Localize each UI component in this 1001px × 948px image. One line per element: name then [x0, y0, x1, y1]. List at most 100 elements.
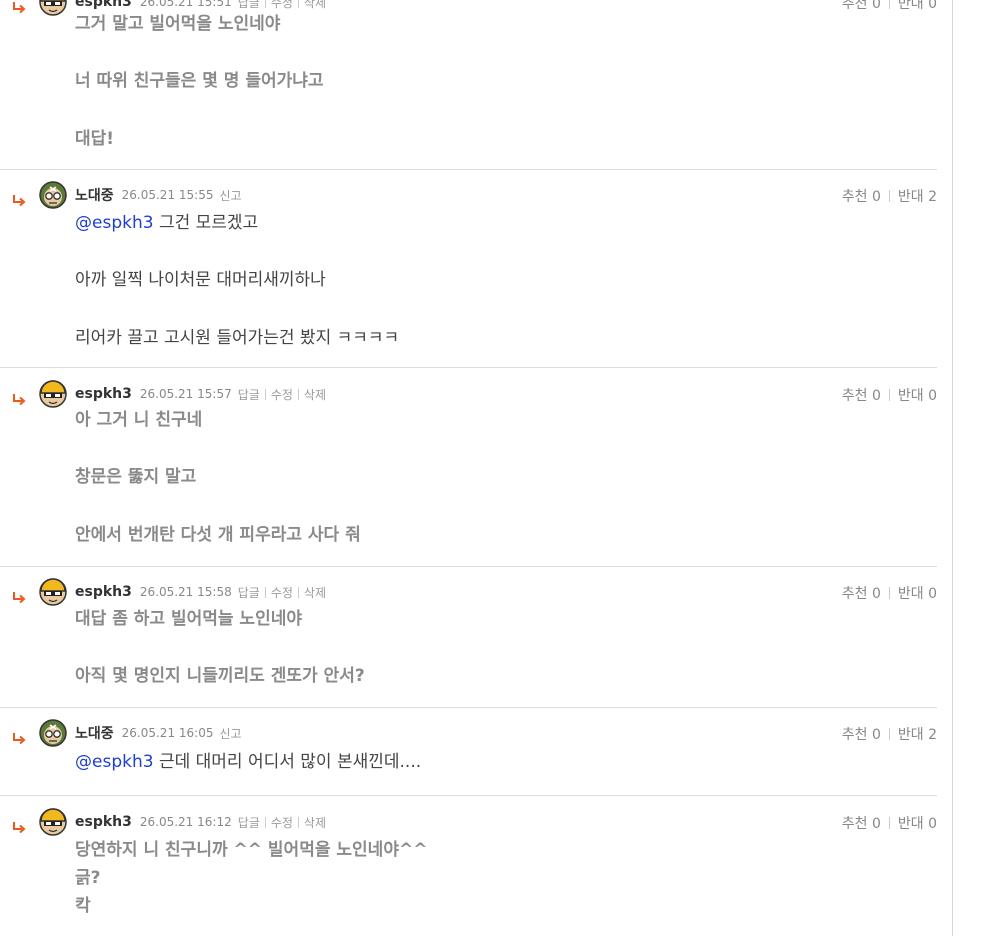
vote-separator	[888, 817, 890, 829]
reply-link[interactable]: 답글	[238, 386, 260, 403]
delete-link[interactable]: 삭제	[304, 814, 326, 831]
comment-date: 26.05.21 16:12	[139, 815, 232, 829]
comment-author[interactable]: espkh3	[75, 386, 132, 402]
comment-author[interactable]: espkh3	[75, 0, 132, 10]
comment-body: 그거 말고 빌어먹을 노인네야 너 따위 친구들은 몇 명 들어가냐고 대답!	[75, 10, 324, 153]
edit-link[interactable]: 수정	[271, 814, 293, 831]
comment-item: espkh3 26.05.21 15:51 답글 수정 삭제 추천 0 반대 0…	[0, 0, 937, 170]
helmet-avatar-icon	[39, 578, 67, 606]
reply-link[interactable]: 답글	[238, 814, 260, 831]
comment-line: 리어카 끌고 고시원 들어가는건 봤지 ㅋㅋㅋㅋ	[75, 327, 400, 348]
recommend-button[interactable]: 추천 0	[842, 724, 881, 744]
goggles-avatar-icon	[39, 719, 67, 747]
comment-line: @espkh3 근데 대머리 어디서 많이 본새낀데....	[75, 748, 421, 777]
comment-date: 26.05.21 15:57	[139, 387, 232, 401]
helmet-avatar-icon	[39, 380, 67, 408]
comment-item: espkh3 26.05.21 15:57 답글 수정 삭제 추천 0 반대 0…	[0, 380, 937, 567]
goggles-avatar-icon	[39, 181, 67, 209]
comment-body: @espkh3 근데 대머리 어디서 많이 본새낀데....	[75, 748, 421, 777]
comment-line	[75, 435, 361, 464]
comment-line: 긁?	[75, 868, 101, 888]
comment-item: espkh3 26.05.21 16:12 답글 수정 삭제 추천 0 반대 0…	[0, 808, 937, 948]
comment-line	[75, 295, 399, 324]
comment-date: 26.05.21 15:55	[121, 188, 214, 202]
comment-line: 아까 일찍 나이처문 대머리새끼하나	[75, 270, 326, 291]
vote-separator	[888, 190, 890, 202]
edit-link[interactable]: 수정	[271, 0, 293, 11]
comment-text: 근데 대머리 어디서 많이 본새낀데....	[153, 752, 422, 772]
recommend-button[interactable]: 추천 0	[842, 583, 881, 603]
vote-separator	[888, 728, 890, 740]
comment-line: 그거 말고 빌어먹을 노인네야	[75, 14, 281, 34]
mention-link[interactable]: @espkh3	[75, 752, 154, 772]
helmet-avatar-icon	[39, 0, 67, 16]
comment-item: espkh3 26.05.21 15:58 답글 수정 삭제 추천 0 반대 0…	[0, 578, 937, 708]
oppose-button[interactable]: 반대 0	[898, 385, 937, 405]
comment-item: 노대중 26.05.21 15:55 신고 추천 0 반대 2 @espkh3 …	[0, 181, 937, 368]
comment-text: 그건 모르겠고	[153, 213, 259, 233]
helmet-avatar-icon	[39, 808, 67, 836]
comment-body: 대답 좀 하고 빌어먹늘 노인네야 아직 몇 명인지 니들끼리도 겐또가 안서?	[75, 605, 365, 691]
action-separator	[264, 388, 266, 400]
delete-link[interactable]: 삭제	[304, 386, 326, 403]
comment-date: 26.05.21 15:51	[139, 0, 232, 9]
action-separator	[264, 586, 266, 598]
mention-link[interactable]: @espkh3	[75, 213, 154, 233]
reply-arrow-icon	[13, 394, 26, 406]
oppose-button[interactable]: 반대 0	[898, 583, 937, 603]
comment-line	[75, 634, 365, 663]
reply-arrow-icon	[13, 2, 26, 14]
comment-body: @espkh3 그건 모르겠고 아까 일찍 나이처문 대머리새끼하나 리어카 끌…	[75, 209, 399, 352]
comment-author[interactable]: 노대중	[75, 723, 114, 743]
comment-item: 노대중 26.05.21 16:05 신고 추천 0 반대 2 @espkh3 …	[0, 719, 937, 796]
recommend-button[interactable]: 추천 0	[842, 813, 881, 833]
action-separator	[297, 0, 299, 8]
edit-link[interactable]: 수정	[271, 386, 293, 403]
reply-arrow-icon	[13, 733, 26, 745]
report-link[interactable]: 신고	[219, 725, 241, 742]
comment-line: @espkh3 그건 모르겠고	[75, 209, 399, 238]
comment-date: 26.05.21 15:58	[139, 585, 232, 599]
comment-line: 창문은 뚫지 말고	[75, 467, 197, 488]
comment-line: 아직 몇 명인지 니들끼리도 겐또가 안서?	[75, 666, 365, 687]
delete-link[interactable]: 삭제	[304, 0, 326, 11]
action-separator	[264, 0, 266, 8]
comment-author[interactable]: 노대중	[75, 185, 114, 205]
edit-link[interactable]: 수정	[271, 584, 293, 601]
comment-line: 너 따위 친구들은 몇 명 들어가냐고	[75, 71, 324, 92]
action-separator	[297, 586, 299, 598]
vote-separator	[888, 389, 890, 401]
report-link[interactable]: 신고	[219, 187, 241, 204]
comment-line: 대답!	[75, 128, 115, 149]
recommend-button[interactable]: 추천 0	[842, 0, 881, 13]
oppose-button[interactable]: 반대 2	[898, 724, 937, 744]
reply-link[interactable]: 답글	[238, 0, 260, 11]
page-divider-line	[952, 0, 953, 936]
comment-line	[75, 238, 399, 267]
comment-author[interactable]: espkh3	[75, 584, 132, 600]
reply-link[interactable]: 답글	[238, 584, 260, 601]
vote-separator	[888, 587, 890, 599]
reply-arrow-icon	[13, 195, 26, 207]
oppose-button[interactable]: 반대 2	[898, 186, 937, 206]
comment-line: 아 그거 니 친구네	[75, 410, 203, 430]
oppose-button[interactable]: 반대 0	[898, 813, 937, 833]
comment-author[interactable]: espkh3	[75, 814, 132, 830]
delete-link[interactable]: 삭제	[304, 584, 326, 601]
comment-line	[75, 492, 361, 521]
oppose-button[interactable]: 반대 0	[898, 0, 937, 13]
comment-line: 칵	[75, 896, 91, 916]
action-separator	[264, 816, 266, 828]
reply-arrow-icon	[13, 822, 26, 834]
action-separator	[297, 816, 299, 828]
action-separator	[297, 388, 299, 400]
reply-arrow-icon	[13, 592, 26, 604]
vote-separator	[888, 0, 890, 9]
recommend-button[interactable]: 추천 0	[842, 186, 881, 206]
comment-line	[75, 39, 324, 68]
comment-line: 당연하지 니 친구니까 ^^ 빌어먹을 노인네야^^	[75, 840, 428, 860]
comment-line	[75, 96, 324, 125]
comment-date: 26.05.21 16:05	[121, 726, 214, 740]
comment-body: 아 그거 니 친구네 창문은 뚫지 말고 안에서 번개탄 다섯 개 피우라고 사…	[75, 406, 361, 549]
recommend-button[interactable]: 추천 0	[842, 385, 881, 405]
